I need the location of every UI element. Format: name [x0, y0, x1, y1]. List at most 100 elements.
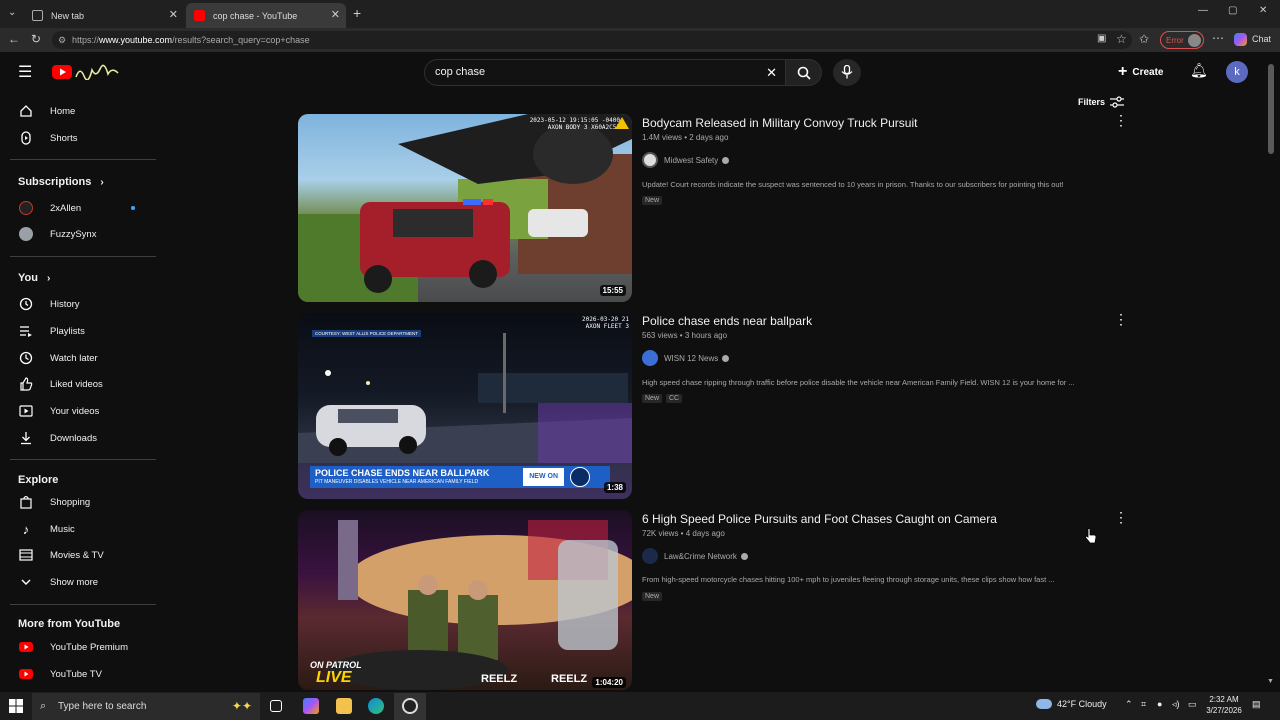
hamburger-menu-icon[interactable]: ☰: [18, 62, 32, 82]
sidebar-item-history[interactable]: History: [10, 291, 156, 317]
search-icon: [797, 66, 811, 80]
sidebar-item-home[interactable]: Home: [10, 98, 156, 124]
search-input[interactable]: cop chase ✕: [424, 59, 786, 86]
live-logo: LIVE: [316, 669, 352, 686]
voice-search-button[interactable]: [833, 59, 861, 86]
sidebar-item-music[interactable]: ♪ Music: [10, 516, 156, 542]
notifications-bell-icon[interactable]: 🔔︎: [1190, 62, 1208, 79]
filters-button[interactable]: Filters: [1078, 96, 1125, 108]
taskbar-search-input[interactable]: ⌕ Type here to search ✦✦: [32, 693, 260, 720]
video-title[interactable]: 6 High Speed Police Pursuits and Foot Ch…: [642, 512, 997, 526]
create-button[interactable]: + Create: [1118, 61, 1163, 83]
channel-link[interactable]: Midwest Safety: [642, 152, 730, 168]
volume-icon[interactable]: ◃): [1172, 699, 1180, 710]
channel-link[interactable]: WISN 12 News: [642, 350, 730, 366]
search-icon: ⌕: [40, 700, 47, 712]
subscriptions-heading[interactable]: Subscriptions ›: [18, 176, 104, 188]
sidebar-item-liked-videos[interactable]: Liked videos: [10, 371, 156, 397]
thumbs-up-icon: [18, 376, 34, 392]
lower-third-tag: NEW ON: [523, 468, 564, 486]
file-explorer-icon[interactable]: [336, 698, 352, 714]
reload-icon[interactable]: ↻: [31, 32, 41, 46]
tab-list-icon[interactable]: ⌄: [8, 7, 16, 18]
search-button[interactable]: [786, 59, 822, 86]
obs-studio-icon[interactable]: [402, 698, 418, 714]
browser-tab-bar: ⌄ New tab ✕ cop chase - YouTube ✕ + — ▢ …: [0, 0, 1280, 28]
sidebar-item-watch-later[interactable]: Watch later: [10, 345, 156, 371]
video-title[interactable]: Police chase ends near ballpark: [642, 314, 812, 328]
sidebar-item-youtube-premium[interactable]: YouTube Premium: [10, 634, 156, 660]
tab-new-tab[interactable]: New tab ✕: [24, 3, 184, 28]
you-heading[interactable]: You ›: [18, 272, 50, 284]
sidebar-item-label: Downloads: [50, 432, 97, 444]
sidebar-item-label: Movies & TV: [50, 549, 104, 561]
network-icon[interactable]: ⌗: [1141, 699, 1146, 710]
weather-text[interactable]: 42°F Cloudy: [1057, 699, 1107, 709]
create-label: Create: [1132, 66, 1164, 78]
video-thumbnail[interactable]: 2023-05-12 19:15:05 -0400 AXON BODY 3 X6…: [298, 114, 632, 302]
video-thumbnail[interactable]: ON PATROL LIVE REELZ REELZ 1:04:20: [298, 510, 632, 690]
favorites-icon[interactable]: ✩: [1139, 32, 1149, 46]
channel-name: Midwest Safety: [664, 155, 719, 165]
sidebar-item-playlists[interactable]: Playlists: [10, 318, 156, 344]
sidebar-item-label: Home: [50, 105, 76, 117]
download-icon: [18, 430, 34, 446]
clock[interactable]: 2:32 AM 3/27/2026: [1204, 694, 1244, 716]
profile-error-pill[interactable]: Error: [1160, 31, 1204, 49]
more-menu-icon[interactable]: ⋯: [1212, 31, 1224, 45]
close-window-icon[interactable]: ✕: [1259, 5, 1267, 16]
minimize-icon[interactable]: —: [1198, 5, 1208, 16]
notifications-icon[interactable]: ▤: [1252, 699, 1261, 710]
clock-icon: [18, 350, 34, 366]
sidebar-item-shopping[interactable]: Shopping: [10, 489, 156, 515]
favorite-star-icon[interactable]: ☆: [1116, 32, 1127, 46]
chat-label[interactable]: Chat: [1252, 34, 1271, 44]
account-avatar[interactable]: k: [1226, 61, 1248, 83]
youtube-logo[interactable]: [52, 64, 120, 81]
chevron-right-icon: ›: [47, 273, 51, 284]
back-arrow-icon[interactable]: ←: [8, 32, 20, 46]
page-scrollbar[interactable]: ▲ ▼: [1266, 64, 1276, 692]
sidebar-item-2xallen[interactable]: 2xAllen: [10, 195, 156, 221]
sidebar-item-shorts[interactable]: Shorts: [10, 125, 156, 151]
address-bar[interactable]: ⚙ https://www.youtube.com/results?search…: [52, 31, 1132, 49]
more-actions-icon[interactable]: ⋮: [1114, 312, 1128, 326]
task-view-icon[interactable]: [270, 700, 282, 712]
scroll-down-icon[interactable]: ▼: [1267, 678, 1274, 685]
sidebar-item-your-videos[interactable]: Your videos: [10, 398, 156, 424]
more-actions-icon[interactable]: ⋮: [1114, 113, 1128, 127]
more-actions-icon[interactable]: ⋮: [1114, 510, 1128, 524]
sidebar-divider: [10, 459, 156, 460]
copilot-icon[interactable]: [1234, 33, 1247, 46]
chevron-right-icon: ›: [100, 177, 104, 188]
close-tab-icon[interactable]: ✕: [331, 8, 340, 21]
tab-youtube[interactable]: cop chase - YouTube ✕: [186, 3, 346, 28]
sidebar-item-downloads[interactable]: Downloads: [10, 425, 156, 451]
site-info-icon[interactable]: ⚙: [58, 31, 66, 49]
video-duration: 1:04:20: [592, 677, 626, 688]
sidebar-item-show-more[interactable]: Show more: [10, 569, 156, 595]
tray-overflow-icon[interactable]: ⌃: [1125, 699, 1133, 710]
youtube-logo-icon: [52, 64, 119, 81]
close-tab-icon[interactable]: ✕: [169, 8, 178, 21]
new-tab-plus-icon[interactable]: +: [353, 5, 361, 21]
tab-title: cop chase - YouTube: [213, 10, 298, 21]
microphone-tray-icon[interactable]: ●: [1157, 699, 1162, 709]
copilot-taskbar-icon[interactable]: [303, 698, 319, 714]
windows-start-icon[interactable]: [9, 699, 23, 713]
clear-search-icon[interactable]: ✕: [766, 60, 777, 85]
display-icon[interactable]: ▭: [1188, 699, 1197, 710]
scrollbar-thumb[interactable]: [1268, 64, 1274, 154]
sidebar-item-movies-tv[interactable]: Movies & TV: [10, 542, 156, 568]
edge-browser-icon[interactable]: [368, 698, 384, 714]
maximize-icon[interactable]: ▢: [1228, 5, 1237, 16]
app-available-icon[interactable]: ▣: [1097, 33, 1106, 44]
plus-icon: +: [1118, 63, 1128, 80]
profile-avatar: [1188, 34, 1201, 47]
sidebar-item-fuzzysynx[interactable]: FuzzySynx: [10, 221, 156, 247]
channel-link[interactable]: Law&Crime Network: [642, 548, 748, 564]
sidebar-item-youtube-tv[interactable]: YouTube TV: [10, 661, 156, 687]
video-thumbnail[interactable]: COURTESY: WEST ALLIS POLICE DEPARTMENT 2…: [298, 313, 632, 499]
sidebar-item-label: Watch later: [50, 352, 98, 364]
video-title[interactable]: Bodycam Released in Military Convoy Truc…: [642, 116, 917, 130]
